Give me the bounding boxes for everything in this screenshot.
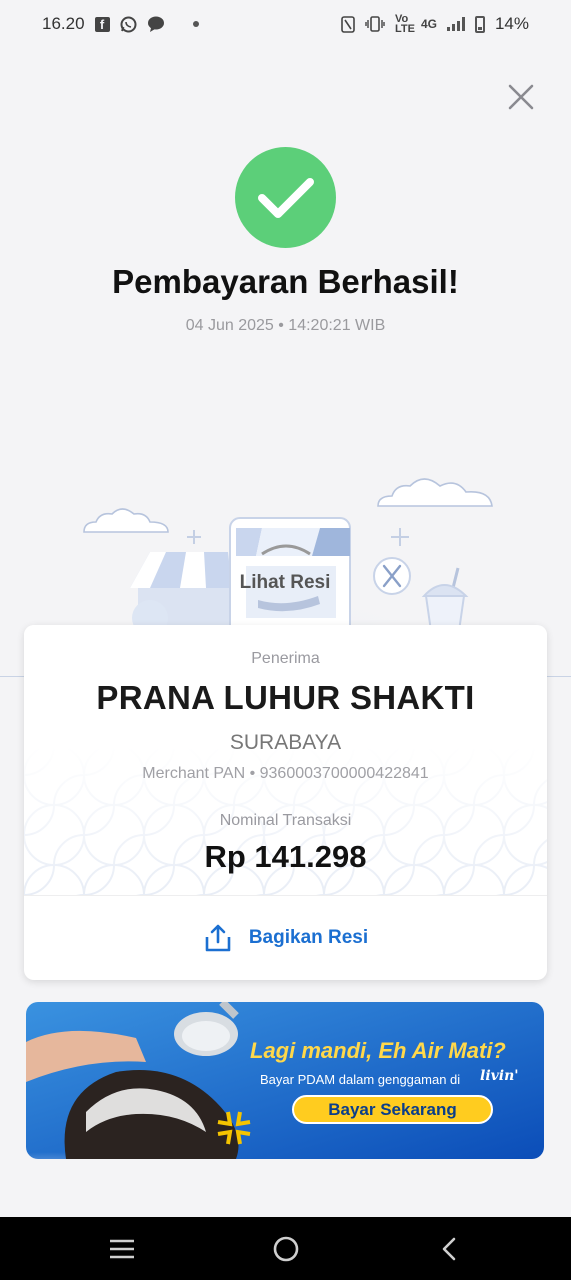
page-title: Pembayaran Berhasil!: [112, 263, 459, 300]
status-left: 16.20 f: [42, 14, 199, 34]
cloud-left-icon: [83, 508, 169, 533]
merchant-name: PRANA LUHUR SHAKTI: [96, 679, 475, 716]
close-icon: [508, 84, 534, 110]
merchant-city: SURABAYA: [229, 731, 342, 754]
battery-level: 14%: [494, 14, 529, 33]
nfc-icon: [341, 15, 355, 33]
success-badge: [235, 147, 336, 248]
whatsapp-icon: [120, 16, 137, 33]
home-icon: [273, 1236, 299, 1262]
share-receipt-button[interactable]: Bagikan Resi: [24, 896, 547, 980]
status-time: 16.20: [42, 14, 85, 33]
facebook-icon: f: [94, 16, 110, 32]
merchant-pan: Merchant PAN • 9360003700000422841: [142, 765, 429, 782]
back-button[interactable]: [432, 1231, 468, 1267]
share-receipt-label: Bagikan Resi: [248, 927, 369, 948]
home-button[interactable]: [268, 1231, 304, 1267]
receipt-card: Penerima PRANA LUHUR SHAKTI SURABAYA Mer…: [24, 625, 547, 980]
status-right: Vo LTE 4G 14%: [341, 13, 529, 35]
promo-banner[interactable]: Lagi mandi, Eh Air Mati? Bayar PDAM dala…: [26, 1002, 544, 1159]
banner-subtitle: Bayar PDAM dalam genggaman di: [260, 1072, 461, 1087]
vibrate-icon: [365, 16, 385, 32]
cloud-right-icon: [377, 478, 493, 507]
recent-apps-button[interactable]: [104, 1231, 140, 1267]
view-receipt-link[interactable]: Lihat Resi: [230, 572, 340, 594]
status-bar: 16.20 f Vo LTE 4G 14%: [0, 0, 571, 48]
message-icon: [147, 16, 165, 32]
check-icon: [257, 177, 314, 218]
close-button[interactable]: [504, 80, 538, 114]
pay-now-button[interactable]: Bayar Sekarang: [292, 1095, 493, 1124]
banner-title: Lagi mandi, Eh Air Mati?: [250, 1038, 506, 1063]
back-icon: [442, 1237, 456, 1261]
transaction-datetime: 04 Jun 2025 • 14:20:21 WIB: [185, 317, 386, 334]
livin-logo: livin': [480, 1068, 519, 1084]
menu-icon: [110, 1239, 134, 1259]
system-nav-bar: [0, 1217, 571, 1280]
food-icon: [373, 557, 411, 595]
recipient-label: Penerima: [251, 650, 320, 667]
network-type-label: 4G: [420, 17, 437, 31]
signal-icon: [446, 17, 465, 31]
transaction-amount: Rp 141.298: [204, 839, 367, 874]
volte-label: Vo LTE: [394, 13, 415, 35]
battery-icon: [474, 15, 485, 33]
amount-label: Nominal Transaksi: [219, 812, 352, 829]
notification-dot-icon: [192, 21, 199, 27]
share-icon: [205, 924, 231, 952]
